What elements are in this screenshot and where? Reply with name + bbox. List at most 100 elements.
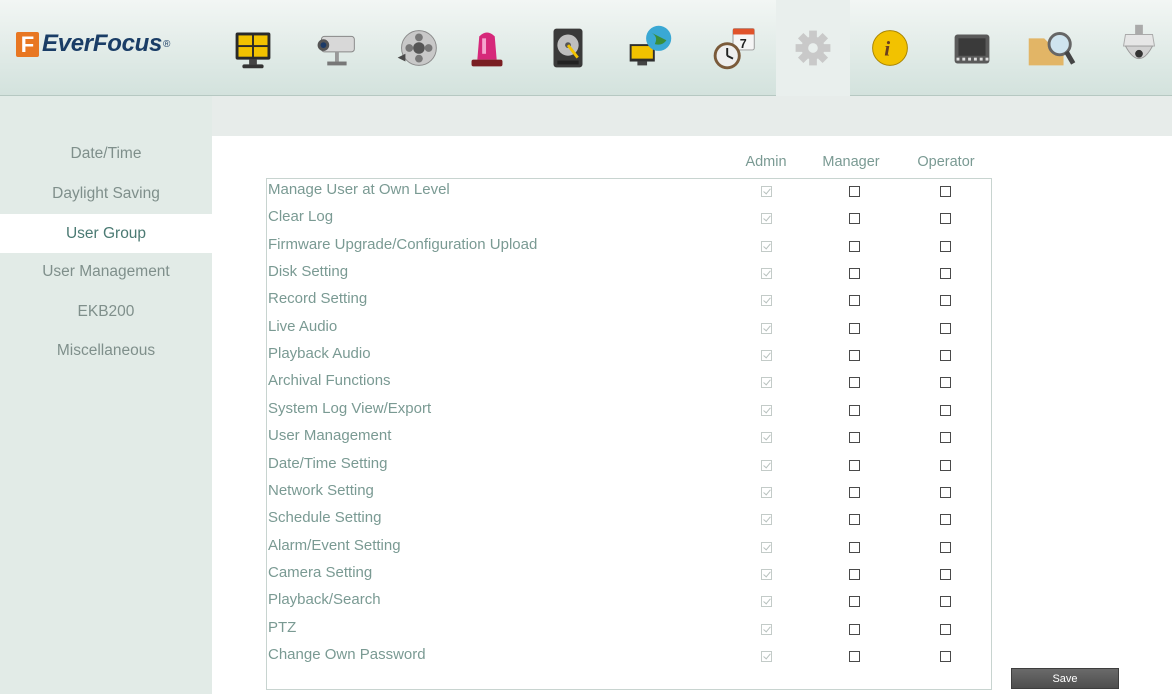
table-row: Firmware Upgrade/Configuration Upload (267, 232, 991, 259)
admin-checkbox (761, 432, 772, 443)
manager-checkbox[interactable] (849, 542, 860, 553)
table-row: Alarm/Event Setting (267, 533, 991, 560)
operator-checkbox[interactable] (940, 377, 951, 388)
admin-checkbox (761, 405, 772, 416)
network-icon[interactable] (612, 8, 686, 88)
operator-checkbox[interactable] (940, 186, 951, 197)
manager-checkbox[interactable] (849, 213, 860, 224)
manager-checkbox[interactable] (849, 405, 860, 416)
manager-checkbox[interactable] (849, 514, 860, 525)
sidebar-item-user-group[interactable]: User Group (0, 214, 212, 253)
manager-checkbox[interactable] (849, 323, 860, 334)
permission-label: Firmware Upgrade/Configuration Upload (268, 236, 538, 253)
camera-icon[interactable] (298, 8, 372, 88)
playback-icon[interactable] (935, 8, 1009, 88)
operator-checkbox[interactable] (940, 624, 951, 635)
info-icon[interactable]: i (853, 8, 927, 88)
sidebar-item-user-management[interactable]: User Management (0, 252, 212, 291)
operator-checkbox[interactable] (940, 542, 951, 553)
operator-checkbox[interactable] (940, 241, 951, 252)
manager-checkbox[interactable] (849, 487, 860, 498)
operator-checkbox[interactable] (940, 268, 951, 279)
manager-checkbox[interactable] (849, 432, 860, 443)
admin-checkbox (761, 295, 772, 306)
permission-label: Archival Functions (268, 372, 391, 389)
operator-checkbox[interactable] (940, 460, 951, 471)
permission-label: Playback/Search (268, 591, 381, 608)
manager-checkbox[interactable] (849, 241, 860, 252)
permission-label: Live Audio (268, 318, 338, 335)
admin-checkbox (761, 596, 772, 607)
record-icon[interactable] (380, 8, 454, 88)
sidebar-item-daylight-saving[interactable]: Daylight Saving (0, 174, 212, 213)
manager-checkbox[interactable] (849, 624, 860, 635)
everfocus-logo: F EverFocus ® (16, 29, 170, 59)
admin-checkbox (761, 514, 772, 525)
permission-label: Change Own Password (268, 646, 426, 663)
permission-label: Clear Log (268, 208, 334, 225)
table-row: Playback/Search (267, 587, 991, 614)
permission-label: Disk Setting (268, 263, 349, 280)
table-row: Record Setting (267, 286, 991, 313)
alarm-icon[interactable] (450, 8, 524, 88)
table-row: Date/Time Setting (267, 451, 991, 478)
admin-checkbox (761, 268, 772, 279)
table-row: Disk Setting (267, 259, 991, 286)
table-row: Camera Setting (267, 560, 991, 587)
permission-label: Alarm/Event Setting (268, 537, 401, 554)
manager-checkbox[interactable] (849, 596, 860, 607)
operator-checkbox[interactable] (940, 213, 951, 224)
schedule-icon[interactable]: 7 (696, 8, 770, 88)
svg-text:i: i (884, 37, 890, 61)
manager-checkbox[interactable] (849, 268, 860, 279)
operator-checkbox[interactable] (940, 323, 951, 334)
sidebar-item-ekb200[interactable]: EKB200 (0, 292, 212, 331)
manager-checkbox[interactable] (849, 350, 860, 361)
admin-checkbox (761, 350, 772, 361)
registered-mark: ® (163, 38, 171, 50)
manager-checkbox[interactable] (849, 651, 860, 662)
permission-label: Playback Audio (268, 345, 371, 362)
permission-label: Network Setting (268, 482, 374, 499)
svg-text:7: 7 (740, 37, 747, 51)
ptz-icon[interactable] (1102, 8, 1172, 88)
column-header-operator: Operator (917, 154, 975, 170)
admin-checkbox (761, 460, 772, 471)
permission-label: Date/Time Setting (268, 455, 388, 472)
admin-checkbox (761, 186, 772, 197)
admin-checkbox (761, 651, 772, 662)
live-view-icon[interactable] (216, 8, 290, 88)
table-row: Live Audio (267, 314, 991, 341)
manager-checkbox[interactable] (849, 295, 860, 306)
logo-mark: F (16, 31, 39, 57)
operator-checkbox[interactable] (940, 569, 951, 580)
operator-checkbox[interactable] (940, 487, 951, 498)
operator-checkbox[interactable] (940, 432, 951, 443)
manager-checkbox[interactable] (849, 569, 860, 580)
operator-checkbox[interactable] (940, 596, 951, 607)
table-row: Clear Log (267, 204, 991, 231)
disk-icon[interactable] (531, 8, 605, 88)
sidebar-item-miscellaneous[interactable]: Miscellaneous (0, 331, 212, 370)
save-button[interactable]: Save (1011, 668, 1119, 689)
operator-checkbox[interactable] (940, 651, 951, 662)
table-row: Change Own Password (267, 642, 991, 669)
operator-checkbox[interactable] (940, 295, 951, 306)
sidebar-item-date-time[interactable]: Date/Time (0, 134, 212, 173)
permission-label: Record Setting (268, 290, 368, 307)
manager-checkbox[interactable] (849, 377, 860, 388)
logo-text: EverFocus (42, 30, 163, 57)
permission-label: Schedule Setting (268, 509, 382, 526)
operator-checkbox[interactable] (940, 405, 951, 416)
settings-icon[interactable] (776, 0, 850, 96)
sidebar: Date/Time Daylight Saving User Group User M… (0, 96, 212, 694)
table-row: Playback Audio (267, 341, 991, 368)
table-row: Schedule Setting (267, 505, 991, 532)
search-icon[interactable] (1013, 8, 1087, 88)
permission-label: Camera Setting (268, 564, 373, 581)
permission-label: User Management (268, 427, 392, 444)
manager-checkbox[interactable] (849, 186, 860, 197)
operator-checkbox[interactable] (940, 350, 951, 361)
operator-checkbox[interactable] (940, 514, 951, 525)
manager-checkbox[interactable] (849, 460, 860, 471)
